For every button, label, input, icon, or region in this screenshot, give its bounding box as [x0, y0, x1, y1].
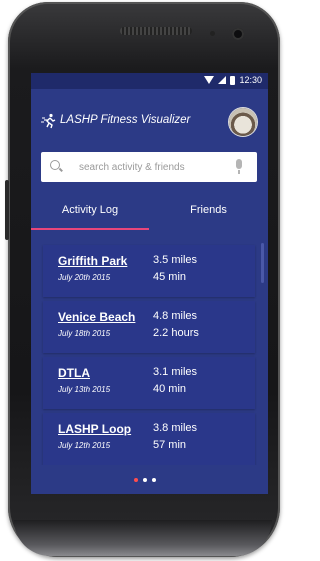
activity-duration: 45 min — [153, 271, 187, 283]
page-dot[interactable] — [134, 478, 138, 482]
wifi-icon — [204, 76, 215, 84]
page-indicator — [134, 478, 156, 482]
microphone-icon[interactable] — [236, 159, 242, 174]
activity-list[interactable]: Griffith Park July 20th 2015 3.5 miles 4… — [39, 237, 261, 465]
status-time: 12:30 — [239, 75, 262, 85]
phone-chin — [14, 520, 272, 556]
app-bar: LASHP Fitness Visualizer — [31, 89, 268, 151]
active-tab-indicator — [31, 228, 149, 230]
activity-date: July 13th 2015 — [58, 385, 111, 394]
app-screen: 12:30 LASHP Fitness Visualizer Activity … — [31, 73, 268, 494]
activity-date: July 12th 2015 — [58, 441, 111, 450]
tab-friends[interactable]: Friends — [149, 193, 268, 229]
search-icon — [50, 160, 60, 170]
tab-bar: Activity Log Friends — [31, 193, 268, 229]
activity-location[interactable]: DTLA — [58, 366, 90, 380]
battery-icon — [230, 75, 236, 85]
runner-icon — [41, 113, 57, 129]
activity-duration: 57 min — [153, 439, 187, 451]
side-button — [5, 180, 9, 240]
activity-location[interactable]: Venice Beach — [58, 310, 135, 324]
activity-card[interactable]: Venice Beach July 18th 2015 4.8 miles 2.… — [43, 301, 255, 353]
search-bar[interactable] — [41, 152, 257, 182]
activity-card[interactable]: DTLA July 13th 2015 3.1 miles 40 min — [43, 357, 255, 409]
app-title: LASHP Fitness Visualizer — [60, 114, 191, 126]
signal-icon — [218, 76, 227, 84]
activity-location[interactable]: LASHP Loop — [58, 422, 131, 436]
avatar-icon[interactable] — [229, 108, 257, 136]
activity-card[interactable]: Griffith Park July 20th 2015 3.5 miles 4… — [43, 245, 255, 297]
activity-distance: 3.8 miles — [153, 422, 198, 434]
search-input[interactable] — [79, 158, 229, 176]
activity-distance: 3.5 miles — [153, 254, 198, 266]
speaker-grille — [120, 27, 192, 35]
page-dot[interactable] — [143, 478, 147, 482]
page-dot[interactable] — [152, 478, 156, 482]
activity-location[interactable]: Griffith Park — [58, 254, 127, 268]
activity-date: July 18th 2015 — [58, 329, 111, 338]
front-camera — [232, 28, 244, 40]
list-scrollbar[interactable] — [261, 243, 264, 283]
status-icons: 12:30 — [204, 75, 262, 85]
tab-activity-log[interactable]: Activity Log — [31, 193, 149, 229]
activity-duration: 40 min — [153, 383, 187, 395]
activity-distance: 3.1 miles — [153, 366, 198, 378]
activity-date: July 20th 2015 — [58, 273, 111, 282]
activity-distance: 4.8 miles — [153, 310, 198, 322]
activity-card[interactable]: LASHP Loop July 12th 2015 3.8 miles 57 m… — [43, 413, 255, 465]
proximity-sensor — [210, 31, 215, 36]
status-bar: 12:30 — [31, 73, 268, 89]
activity-duration: 2.2 hours — [153, 327, 199, 339]
